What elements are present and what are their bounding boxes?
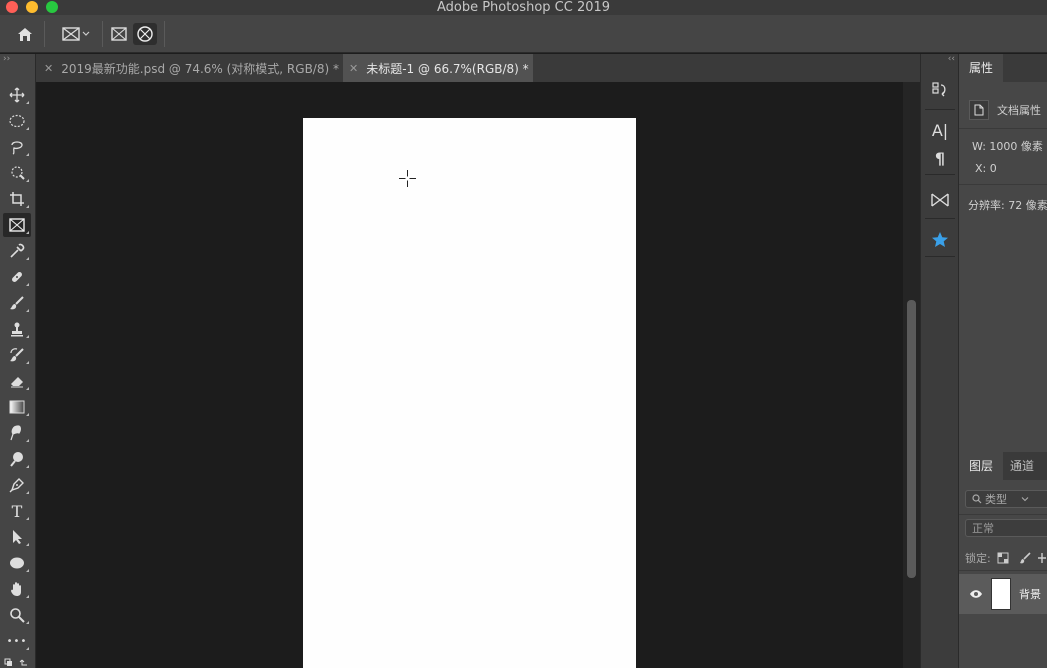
- history-icon[interactable]: [925, 76, 955, 104]
- width-value[interactable]: W: 1000 像素: [972, 138, 1043, 154]
- layer-thumbnail: [991, 578, 1011, 610]
- eyedropper-icon[interactable]: [3, 239, 31, 263]
- blend-mode-select[interactable]: 正常: [965, 519, 1047, 537]
- layer-filter-select[interactable]: 类型: [965, 490, 1047, 508]
- more-icon[interactable]: •••: [3, 629, 31, 653]
- layer-name: 背景: [1019, 588, 1041, 601]
- tab-properties[interactable]: 属性: [959, 54, 1004, 82]
- libraries-icon[interactable]: [925, 226, 955, 254]
- scrollbar-thumb[interactable]: [907, 300, 916, 578]
- layer-filter-label: 类型: [985, 493, 1007, 506]
- type-icon[interactable]: T: [3, 499, 31, 523]
- document-tab-bar: ✕ 2019最新功能.psd @ 74.6% (对称模式, RGB/8) * ✕…: [0, 54, 920, 82]
- layer-row-background[interactable]: 背景: [959, 574, 1047, 614]
- document-properties-header: 文档属性: [969, 100, 1041, 120]
- frame-tool-preset-icon[interactable]: [56, 23, 96, 45]
- tools-panel: ›› T •••: [0, 54, 36, 668]
- character-icon[interactable]: A|: [925, 116, 955, 144]
- document-icon: [969, 100, 989, 120]
- glyph-icon[interactable]: [925, 186, 955, 214]
- lock-move-icon[interactable]: [1037, 552, 1047, 564]
- options-bar: [0, 15, 1047, 53]
- tab-label: 2019最新功能.psd @ 74.6% (对称模式, RGB/8) *: [61, 61, 339, 76]
- lasso-icon[interactable]: [3, 135, 31, 159]
- close-tab-icon[interactable]: ✕: [44, 62, 53, 75]
- tab-channels[interactable]: 通道: [1000, 452, 1044, 480]
- eraser-icon[interactable]: [3, 369, 31, 393]
- tab-layers[interactable]: 图层: [959, 452, 1004, 480]
- stamp-icon[interactable]: [3, 317, 31, 341]
- tab-2019-psd[interactable]: ✕ 2019最新功能.psd @ 74.6% (对称模式, RGB/8) *: [38, 54, 340, 82]
- properties-tab-bar: 属性: [959, 54, 1047, 82]
- chevron-down-icon: [82, 31, 90, 36]
- lock-row: 锁定:: [965, 550, 1047, 566]
- lock-brush-icon[interactable]: [1019, 552, 1031, 564]
- pen-icon[interactable]: [3, 473, 31, 497]
- paragraph-icon[interactable]: ¶: [925, 144, 955, 172]
- brush-icon[interactable]: [3, 291, 31, 315]
- layers-tab-bar: 图层 通道: [959, 452, 1047, 480]
- close-tab-icon[interactable]: ✕: [349, 62, 358, 75]
- dodge-icon[interactable]: [3, 447, 31, 471]
- lock-label: 锁定:: [965, 552, 991, 565]
- frame-icon[interactable]: [3, 213, 31, 237]
- canvas-area[interactable]: [37, 82, 903, 668]
- document-properties-label: 文档属性: [997, 104, 1041, 117]
- tab-label: 未标题-1 @ 66.7%(RGB/8) *: [366, 61, 529, 76]
- search-icon: [972, 494, 982, 504]
- hand-icon[interactable]: [3, 577, 31, 601]
- lock-transparent-icon[interactable]: [997, 552, 1009, 564]
- crop-icon[interactable]: [3, 187, 31, 211]
- tab-untitled-1[interactable]: ✕ 未标题-1 @ 66.7%(RGB/8) *: [343, 54, 533, 82]
- visibility-eye-icon[interactable]: [969, 589, 983, 599]
- expand-toolbar-icon[interactable]: ››: [3, 54, 10, 64]
- move-icon[interactable]: [3, 83, 31, 107]
- document-canvas[interactable]: [303, 118, 636, 668]
- resolution-value[interactable]: 分辨率: 72 像素: [968, 197, 1047, 213]
- path-select-icon[interactable]: [3, 525, 31, 549]
- shape-icon[interactable]: [3, 551, 31, 575]
- ellipse-frame-icon[interactable]: [133, 23, 157, 45]
- chevron-down-icon: [1021, 497, 1029, 502]
- healing-icon[interactable]: [3, 265, 31, 289]
- quick-select-icon[interactable]: [3, 161, 31, 185]
- vertical-scrollbar[interactable]: [903, 82, 920, 668]
- collapse-panels-icon[interactable]: ‹‹: [921, 54, 959, 66]
- crosshair-cursor-icon: [399, 170, 416, 187]
- panel-icon-strip: ‹‹ A| ¶: [920, 54, 958, 668]
- zoom-icon[interactable]: [3, 603, 31, 627]
- home-icon[interactable]: [12, 23, 38, 45]
- history-brush-icon[interactable]: [3, 343, 31, 367]
- default-colors-icon[interactable]: [4, 656, 32, 668]
- right-panel: 属性 文档属性 W: 1000 像素 X: 0 分辨率: 72 像素 图层 通道…: [958, 54, 1047, 668]
- gradient-icon[interactable]: [3, 395, 31, 419]
- rect-frame-icon[interactable]: [108, 23, 130, 45]
- x-value[interactable]: X: 0: [975, 162, 997, 175]
- window-title: Adobe Photoshop CC 2019: [436, 0, 611, 15]
- blur-icon[interactable]: [3, 421, 31, 445]
- title-bar: Adobe Photoshop CC 2019: [0, 0, 1047, 15]
- marquee-icon[interactable]: [3, 109, 31, 133]
